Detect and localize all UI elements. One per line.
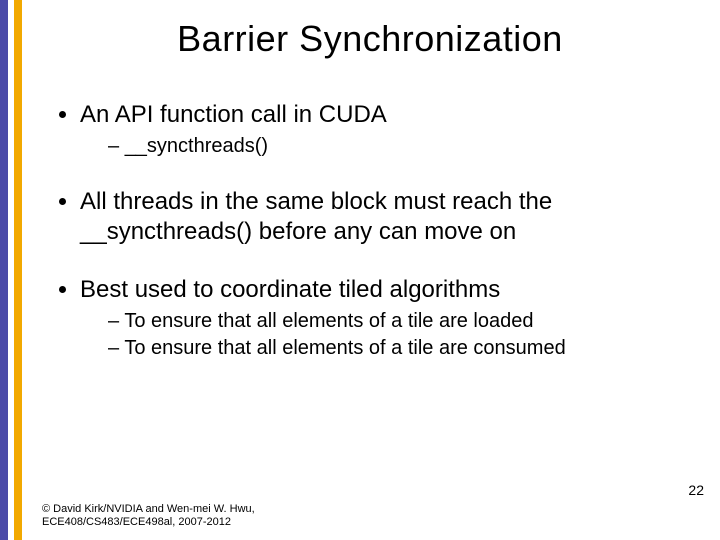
bullet-list: Best used to coordinate tiled algorithms… (52, 275, 692, 361)
footer: © David Kirk/NVIDIA and Wen-mei W. Hwu, … (42, 503, 255, 531)
sub-bullet-list: __syncthreads() (80, 134, 692, 159)
accent-bar (0, 0, 28, 540)
bullet-item: All threads in the same block must reach… (80, 187, 692, 247)
footer-line: © David Kirk/NVIDIA and Wen-mei W. Hwu, (42, 503, 255, 517)
accent-bar-gold (14, 0, 22, 540)
bullet-list: An API function call in CUDA __syncthrea… (52, 100, 692, 159)
bullet-item: Best used to coordinate tiled algorithms… (80, 275, 692, 361)
sub-bullet-list: To ensure that all elements of a tile ar… (80, 309, 692, 361)
sub-bullet-item: To ensure that all elements of a tile ar… (108, 309, 692, 334)
bullet-item: An API function call in CUDA __syncthrea… (80, 100, 692, 159)
bullet-text: An API function call in CUDA (80, 101, 387, 128)
slide: Barrier Synchronization An API function … (0, 0, 720, 540)
sub-bullet-item: To ensure that all elements of a tile ar… (108, 336, 692, 361)
sub-bullet-item: __syncthreads() (108, 134, 692, 159)
slide-body: An API function call in CUDA __syncthrea… (52, 100, 692, 389)
accent-bar-blue (0, 0, 8, 540)
bullet-text: Best used to coordinate tiled algorithms (80, 276, 500, 303)
bullet-list: All threads in the same block must reach… (52, 187, 692, 247)
footer-line: ECE408/CS483/ECE498al, 2007-2012 (42, 516, 255, 530)
page-number: 22 (688, 482, 704, 498)
slide-title: Barrier Synchronization (40, 18, 700, 60)
